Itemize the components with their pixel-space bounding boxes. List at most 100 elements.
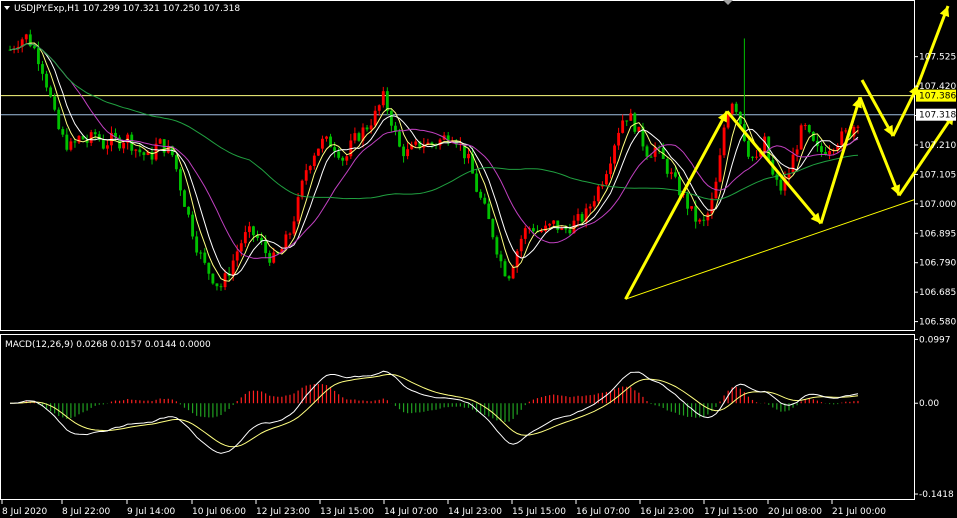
candle-body <box>795 149 799 155</box>
pattern-arrow <box>897 113 956 197</box>
candle-body <box>345 156 349 161</box>
candle-body <box>45 73 48 88</box>
candle-body <box>174 155 178 170</box>
candle-body <box>187 206 190 215</box>
pattern-arrow <box>819 96 862 224</box>
candle-body <box>304 170 308 181</box>
candle-body <box>65 134 69 150</box>
chart-title: USDJPY.Exp,H1 107.299 107.321 107.250 10… <box>14 4 240 14</box>
candle-body <box>179 169 182 191</box>
candle-body <box>828 150 831 155</box>
candle-body <box>219 286 223 288</box>
candle-body <box>231 260 235 277</box>
candle-body <box>252 226 255 236</box>
candles <box>8 29 860 291</box>
candle-body <box>483 197 487 204</box>
candle-body <box>747 141 750 157</box>
candle-body <box>207 262 211 274</box>
candle-body <box>499 254 503 262</box>
candle-body <box>138 149 142 153</box>
candle-body <box>353 133 357 141</box>
candle-body <box>576 214 580 221</box>
candle-body <box>751 156 754 158</box>
candle-body <box>556 220 560 230</box>
candle-body <box>734 103 738 112</box>
candle-body <box>365 127 369 130</box>
price-tick-label: 106.790 <box>919 259 956 269</box>
time-tick-label: 8 Jul 2020 <box>2 507 47 517</box>
candle-body <box>673 172 677 177</box>
candle-body <box>377 105 381 111</box>
ma-fast-line <box>9 42 859 282</box>
drawn-objects <box>624 5 956 300</box>
candle-body <box>195 236 199 253</box>
candle-body <box>552 220 556 224</box>
candle-body <box>844 130 848 132</box>
time-tick-label: 15 Jul 15:00 <box>512 507 566 517</box>
time-tick-label: 9 Jul 14:00 <box>127 507 176 517</box>
candle-body <box>369 125 373 130</box>
price-label: 107.386 <box>919 92 956 102</box>
candle-body <box>321 138 324 149</box>
candle-body <box>730 103 734 114</box>
candle-body <box>32 46 36 49</box>
macd-main-line <box>9 370 859 454</box>
candle-body <box>633 113 637 132</box>
candle-body <box>511 267 515 279</box>
candle-body <box>507 276 511 279</box>
candle-body <box>596 186 600 202</box>
candle-body <box>722 127 726 156</box>
time-tick-label: 16 Jul 07:00 <box>576 507 630 517</box>
candle-body <box>613 145 616 164</box>
candle-body <box>235 251 239 261</box>
candle-body <box>564 228 568 230</box>
candle-body <box>402 146 405 157</box>
candle-body <box>211 273 215 284</box>
candle-body <box>621 120 625 133</box>
candle-body <box>308 166 312 171</box>
candle-body <box>414 141 418 145</box>
time-tick-label: 21 Jul 00:00 <box>832 507 886 517</box>
candle-body <box>142 152 146 155</box>
candle-body <box>665 159 669 174</box>
candle-body <box>57 109 61 130</box>
candle-body <box>389 110 393 126</box>
candle-body <box>686 193 689 209</box>
candle-body <box>24 34 28 40</box>
moving-averages <box>9 42 859 282</box>
candle-body <box>523 228 527 239</box>
candle-body <box>560 228 564 230</box>
time-tick-label: 20 Jul 08:00 <box>768 507 822 517</box>
candle-body <box>264 241 268 254</box>
candle-body <box>183 190 186 207</box>
price-tick-label: 107.525 <box>919 53 956 63</box>
candle-body <box>300 180 304 198</box>
price-tick-label: 106.685 <box>919 288 956 298</box>
candle-body <box>710 198 714 214</box>
ma-mid-line <box>9 43 859 276</box>
candle-body <box>548 223 552 226</box>
candle-body <box>799 125 803 150</box>
macd-tick-label: -0.1418 <box>919 490 954 500</box>
price-label: 107.318 <box>919 111 956 121</box>
candle-body <box>101 139 105 149</box>
candle-body <box>540 231 543 233</box>
symbol-menu-icon[interactable] <box>4 6 10 10</box>
candle-body <box>93 132 97 135</box>
candle-body <box>588 206 592 209</box>
candle-body <box>243 232 247 244</box>
candle-body <box>247 226 251 233</box>
candle-body <box>284 234 288 249</box>
macd-tick-label: 0.0997 <box>919 335 951 345</box>
candle-body <box>292 221 296 234</box>
candle-body <box>385 91 389 111</box>
candle-body <box>37 48 40 65</box>
shift-marker-icon[interactable] <box>723 0 733 5</box>
candle-body <box>398 131 401 147</box>
candle-body <box>337 151 341 158</box>
macd-signal-line <box>10 374 859 448</box>
candle-body <box>605 174 608 185</box>
candle-body <box>61 129 65 135</box>
time-tick-label: 16 Jul 23:00 <box>640 507 694 517</box>
candle-body <box>856 126 860 128</box>
